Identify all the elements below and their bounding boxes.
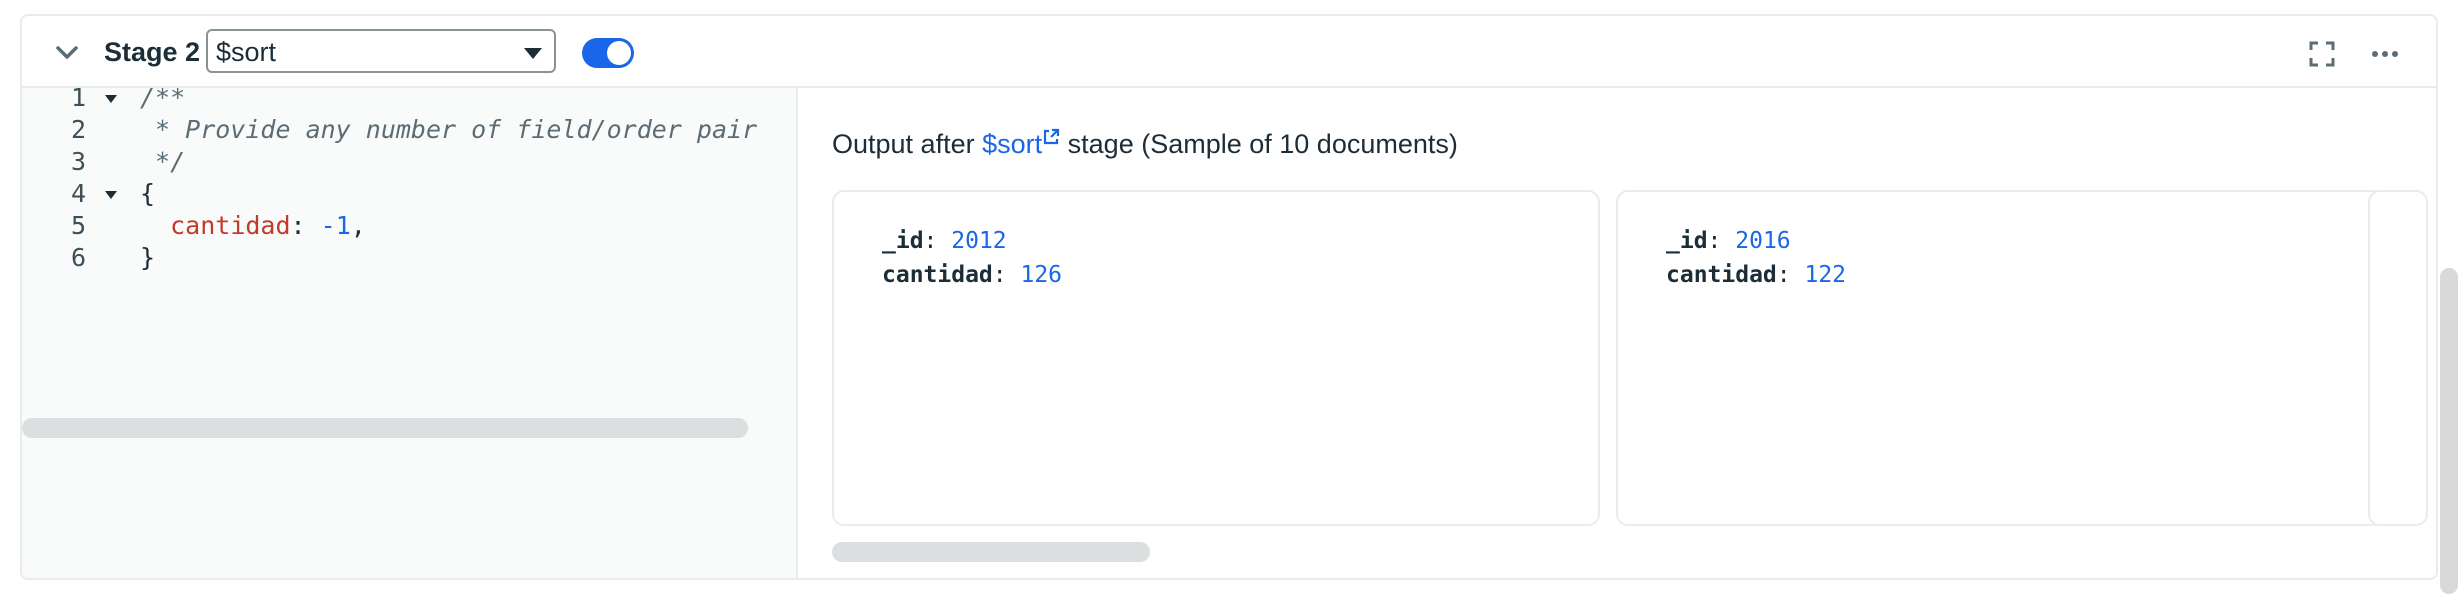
code-text: * Provide any number of field/order pair [140,114,757,146]
code-text: { [140,178,155,210]
line-number: 4 [70,179,86,208]
field-value: 2016 [1735,228,1791,254]
fold-toggle-icon[interactable] [104,190,118,200]
output-title: Output after $sort stage (Sample of 10 d… [832,126,1458,162]
stage-card: Stage 2 $sort 1 /** 2 * Provide any number… [20,14,2438,580]
field-key: _id [882,228,924,254]
code-token: /** [140,88,186,112]
output-title-prefix: Output after [832,129,975,159]
output-horizontal-scrollbar[interactable] [832,542,1150,562]
more-options-icon[interactable] [2370,40,2400,68]
line-number: 2 [70,115,86,144]
field-separator: : [992,262,1021,288]
document-field: _id: 2016 [1666,224,1791,258]
code-editor[interactable]: 1 /** 2 * Provide any number of field/orde… [22,88,798,578]
stage-operator-value: $sort [216,37,277,67]
code-token: cantidad [170,211,291,240]
field-separator: : [1707,228,1736,254]
field-key: _id [1666,228,1708,254]
field-separator: : [1776,262,1805,288]
stage-output-panel: Output after $sort stage (Sample of 10 d… [798,88,2436,578]
line-number: 1 [70,88,86,112]
operator-docs-link-label: $sort [982,129,1043,159]
code-text: */ [140,146,185,178]
document-card-partial[interactable] [2368,190,2428,526]
fullscreen-icon[interactable] [2308,40,2336,68]
page-vertical-scrollbar[interactable] [2440,268,2458,594]
code-token: } [140,243,156,272]
code-text: /** [140,88,185,114]
stage-header: Stage 2 $sort [22,16,2436,88]
operator-docs-link[interactable]: $sort [982,128,1060,159]
external-link-icon [1044,128,1060,145]
document-card[interactable]: _id: 2012 cantidad: 126 [832,190,1600,526]
code-token: -1 [320,211,351,240]
toggle-knob [607,41,631,65]
line-number: 5 [70,211,86,240]
line-number: 3 [70,147,86,176]
document-field: cantidad: 122 [1666,258,1846,292]
document-field: cantidad: 126 [882,258,1062,292]
code-token: : [290,211,321,240]
stage-enabled-toggle[interactable] [582,38,634,68]
code-text: cantidad: -1, [140,210,366,242]
fold-toggle-icon[interactable] [104,94,118,104]
field-key: cantidad [882,262,993,288]
field-key: cantidad [1666,262,1777,288]
field-separator: : [923,228,952,254]
document-card[interactable]: _id: 2016 cantidad: 122 [1616,190,2384,526]
caret-down-icon [524,48,542,59]
output-title-suffix: stage (Sample of 10 documents) [1067,129,1458,159]
code-token: , [350,211,366,240]
code-token: */ [140,147,186,176]
field-value: 2012 [951,228,1007,254]
field-value: 122 [1804,262,1847,288]
line-number: 6 [70,243,86,272]
code-token: * Provide any number of field/order pair [140,115,758,144]
document-field: _id: 2012 [882,224,1007,258]
code-text: } [140,242,155,274]
code-token: { [140,179,156,208]
field-value: 126 [1020,262,1063,288]
editor-horizontal-scrollbar[interactable] [22,418,748,438]
chevron-down-icon[interactable] [52,38,82,68]
stage-title: Stage 2 [104,37,201,67]
stage-operator-select[interactable]: $sort [206,29,556,73]
